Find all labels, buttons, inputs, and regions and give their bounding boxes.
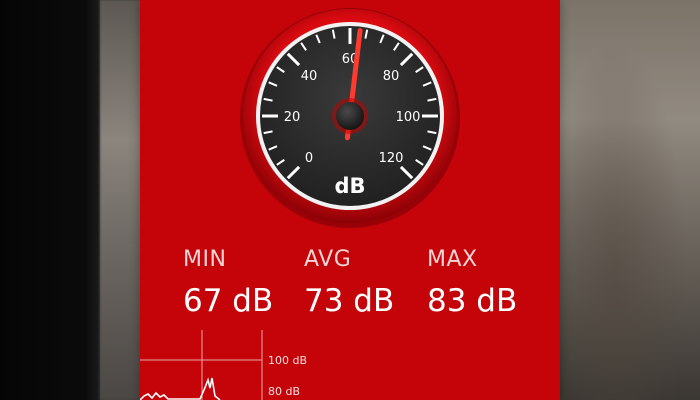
max-value: 83 dB bbox=[427, 283, 518, 319]
avg-value: 73 dB bbox=[304, 283, 395, 319]
gauge-scale-label: 40 bbox=[301, 69, 318, 84]
gauge-unit-label: dB bbox=[334, 174, 365, 198]
gauge-scale-label: 0 bbox=[305, 151, 313, 166]
background-left bbox=[0, 0, 100, 400]
max-label: MAX bbox=[427, 247, 478, 272]
gauge-scale-label: 100 bbox=[396, 110, 421, 125]
gauge-scale-label: 20 bbox=[284, 110, 301, 125]
db-history-graph bbox=[140, 330, 263, 400]
background-blur-left bbox=[100, 0, 142, 400]
graph-label-100: 100 dB bbox=[268, 354, 308, 367]
gauge-scale-label: 120 bbox=[379, 151, 404, 166]
min-value: 67 dB bbox=[183, 283, 274, 319]
avg-label: AVG bbox=[304, 247, 352, 272]
graph-signal-line bbox=[140, 377, 221, 400]
background-blur-right bbox=[558, 0, 700, 400]
graph-label-80: 80 dB bbox=[268, 385, 301, 398]
gauge-hub bbox=[336, 102, 364, 130]
min-label: MIN bbox=[183, 247, 227, 272]
db-gauge: 020406080100120 dB bbox=[240, 8, 460, 228]
gauge-scale-label: 80 bbox=[383, 69, 400, 84]
sound-meter-panel: 0 20 40 60 80 100 120 dB MIN 67 dB AVG 73 dB M… bbox=[140, 0, 560, 400]
